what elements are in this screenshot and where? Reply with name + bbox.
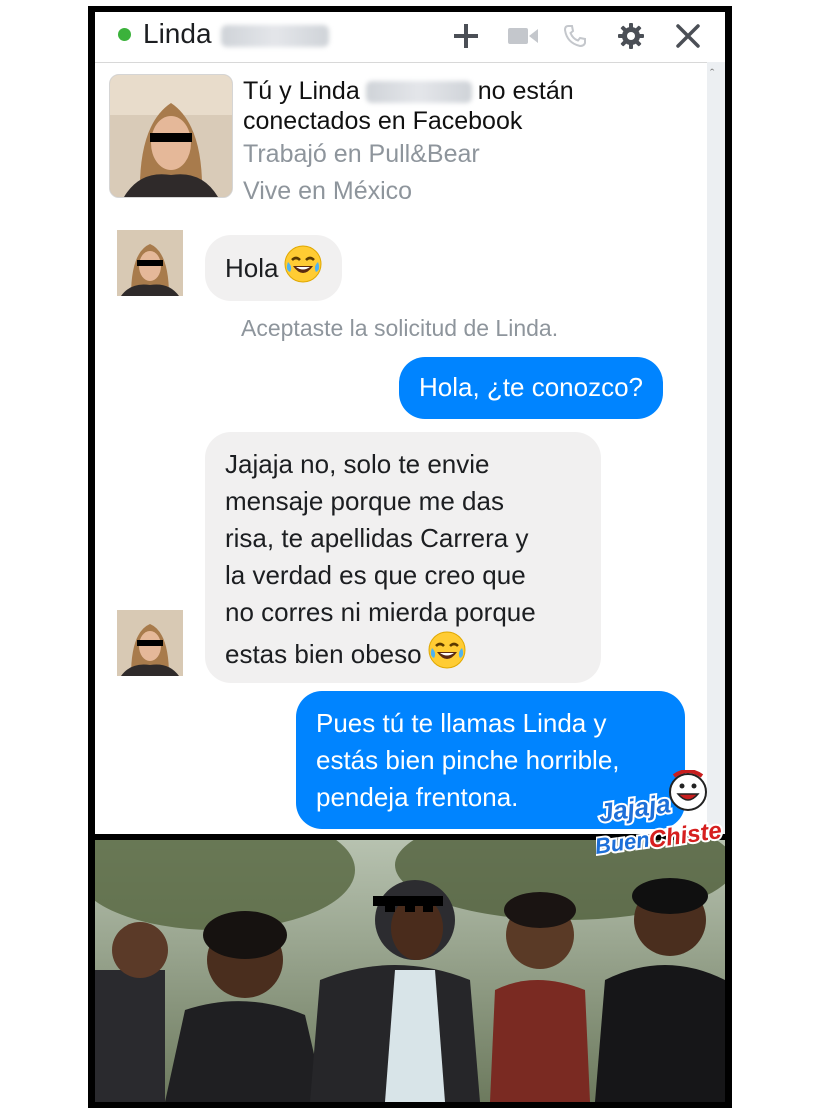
chat-window: Linda ˆ Tú y Linda no están conectados e… (95, 12, 725, 834)
phone-icon[interactable] (561, 17, 589, 55)
outgoing-message[interactable]: Hola, ¿te conozco? (399, 357, 664, 419)
message-text: Hola, ¿te conozco? (419, 372, 644, 402)
reaction-photo (95, 840, 725, 1102)
message-line: mensaje porque me das (225, 486, 504, 516)
intro-connection-text: Tú y Linda no están conectados en Faceboo… (243, 76, 663, 136)
gear-icon[interactable] (615, 17, 647, 55)
intro-location: Vive en México (243, 177, 413, 205)
system-notice: Aceptaste la solicitud de Linda. (241, 315, 559, 341)
blurred-surname (221, 25, 329, 47)
online-status-icon (118, 28, 131, 41)
intro-line2: conectados en Facebook (243, 107, 523, 135)
message-line: la verdad es que creo que (225, 560, 526, 590)
profile-photo[interactable] (109, 74, 233, 198)
watermark-text-1: Jajaja (597, 788, 673, 828)
message-line: Pues tú te llamas Linda y (316, 708, 607, 738)
watermark-text-2b: Chiste (647, 817, 723, 854)
incoming-message[interactable]: Jajaja no, solo te envie mensaje porque … (205, 432, 601, 683)
scroll-up-icon[interactable]: ˆ (710, 66, 714, 81)
message-line: no corres ni mierda porque (225, 597, 536, 627)
intro-line1-before: Tú y Linda (243, 77, 360, 105)
intro-work: Trabajó en Pull&Bear (243, 140, 480, 168)
message-line: estas bien obeso (225, 639, 422, 669)
contact-name[interactable]: Linda (143, 18, 212, 50)
message-line: Jajaja no, solo te envie (225, 449, 490, 479)
close-icon[interactable] (673, 17, 703, 55)
video-camera-icon[interactable] (507, 17, 539, 55)
laughing-tears-emoji (428, 631, 466, 679)
watermark-logo: Jajaja Buen Chiste (591, 769, 726, 870)
blurred-surname (365, 81, 472, 104)
incoming-message[interactable]: Hola (205, 235, 343, 301)
laughing-tears-emoji (284, 245, 322, 293)
watermark-text-2a: Buen (596, 827, 651, 859)
message-text: Hola (225, 253, 279, 283)
chat-header: Linda (95, 12, 725, 63)
avatar[interactable] (117, 230, 183, 296)
message-line: risa, te apellidas Carrera y (225, 523, 529, 553)
intro-line1-after: no están (477, 77, 574, 105)
plus-icon[interactable] (451, 17, 481, 55)
avatar[interactable] (117, 610, 183, 676)
scrollbar[interactable]: ˆ (707, 62, 725, 834)
